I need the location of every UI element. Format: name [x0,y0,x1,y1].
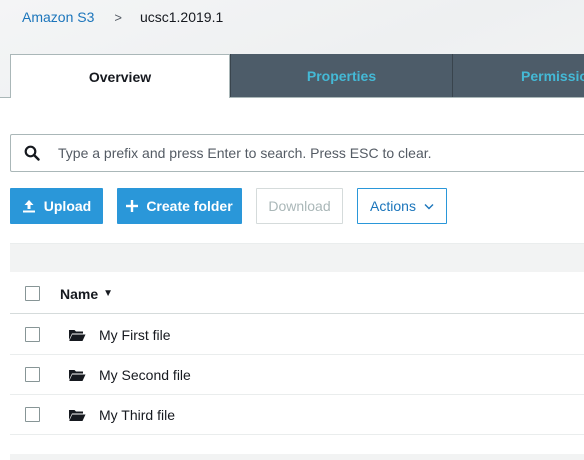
upload-button-label: Upload [43,198,92,214]
folder-icon [68,368,86,382]
breadcrumb-separator: > [114,9,122,25]
chevron-down-icon [424,203,434,210]
sort-caret-icon: ▼ [103,288,114,299]
row-checkbox[interactable] [25,327,40,342]
name-column-label: Name [60,285,99,302]
tab-overview[interactable]: Overview [10,54,230,98]
search-icon [15,145,49,161]
tab-divider-gap [11,97,229,98]
upload-icon [22,199,36,213]
select-all-checkbox[interactable] [25,286,40,301]
breadcrumb-root-link[interactable]: Amazon S3 [22,9,94,25]
actions-dropdown-label: Actions [370,198,416,214]
folder-name-link[interactable]: My Third file [99,407,175,423]
table-row: My Second file [10,355,584,395]
breadcrumb-current: ucsc1.2019.1 [139,9,224,25]
table-row: My First file [10,315,584,355]
table-toolbar [10,243,584,272]
table-header: Name ▼ [10,274,584,314]
download-button[interactable]: Download [256,188,343,224]
tab-properties[interactable]: Properties [230,54,452,97]
tab-permissions[interactable]: Permissio [452,54,584,97]
create-folder-button-label: Create folder [146,198,233,214]
folder-icon [68,328,86,342]
breadcrumb: Amazon S3 > ucsc1.2019.1 [22,9,223,25]
plus-icon [126,200,139,212]
actions-dropdown[interactable]: Actions [357,188,447,224]
folder-icon [68,408,86,422]
table-footer [10,454,584,460]
table-row: My Third file [10,395,584,435]
search-box [10,134,584,172]
create-folder-button[interactable]: Create folder [117,188,242,224]
folder-name-link[interactable]: My First file [99,327,171,343]
upload-button[interactable]: Upload [10,188,103,224]
tab-bar: Overview Properties Permissio [10,54,584,98]
name-column-header[interactable]: Name ▼ [60,286,113,302]
row-checkbox[interactable] [25,367,40,382]
folder-name-link[interactable]: My Second file [99,367,191,383]
search-input[interactable] [56,144,560,162]
row-checkbox[interactable] [25,407,40,422]
